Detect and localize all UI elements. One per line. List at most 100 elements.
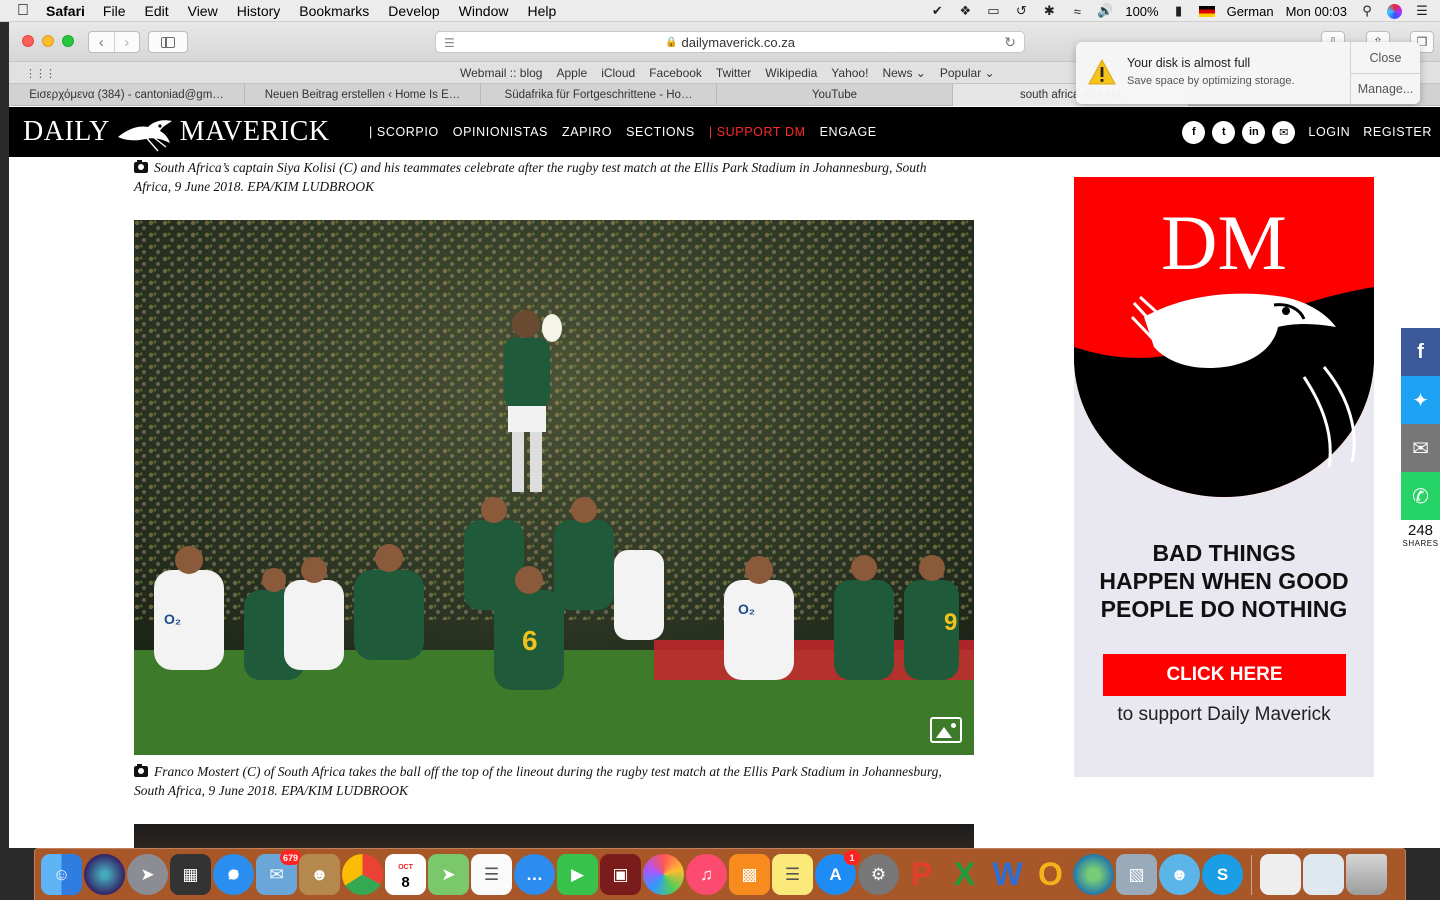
notification-close-button[interactable]: Close — [1351, 42, 1420, 73]
german-flag-icon[interactable] — [1198, 5, 1215, 17]
notification-center-icon[interactable]: ☰ — [1414, 3, 1430, 19]
register-link[interactable]: REGISTER — [1363, 125, 1432, 139]
share-whatsapp-icon[interactable]: ✆ — [1401, 472, 1440, 520]
favorite-facebook[interactable]: Facebook — [649, 66, 702, 80]
share-twitter-icon[interactable]: ✦ — [1401, 376, 1440, 424]
favorite-news-folder[interactable]: News ⌄ — [882, 66, 925, 80]
siri-icon[interactable] — [84, 854, 125, 895]
volume-icon[interactable]: 🔊 — [1097, 3, 1113, 19]
contacts-icon[interactable]: ☻ — [299, 854, 340, 895]
tab-new-post[interactable]: Neuen Beitrag erstellen ‹ Home Is E… — [245, 84, 481, 106]
calendar-icon[interactable]: OCT 8 — [385, 854, 426, 895]
remote-desktop-icon[interactable]: ▧ — [1116, 854, 1157, 895]
article-photo-lineout[interactable]: 6 9 O₂ O₂ — [134, 220, 974, 755]
menu-view[interactable]: View — [188, 3, 218, 19]
address-bar[interactable]: ☰ 🔒 dailymaverick.co.za ↻ — [435, 31, 1025, 53]
reader-view-icon[interactable]: ☰ — [444, 36, 455, 50]
tab-suedafrika[interactable]: Südafrika für Fortgeschrittene - Ho… — [481, 84, 717, 106]
favorite-icloud[interactable]: iCloud — [601, 66, 635, 80]
share-facebook-icon[interactable]: f — [1401, 328, 1440, 376]
outlook-icon[interactable]: O — [1030, 854, 1071, 895]
dropbox-icon[interactable]: ❖ — [957, 3, 973, 19]
document-stack-icon[interactable] — [1260, 854, 1301, 895]
login-link[interactable]: LOGIN — [1308, 125, 1350, 139]
nav-scorpio[interactable]: | SCORPIO — [369, 125, 439, 139]
fullscreen-window-button[interactable] — [62, 35, 74, 47]
siri-icon[interactable] — [1387, 3, 1402, 19]
favorite-apple[interactable]: Apple — [556, 66, 587, 80]
favorite-popular-folder[interactable]: Popular ⌄ — [940, 66, 995, 80]
close-window-button[interactable] — [22, 35, 34, 47]
spotlight-search-icon[interactable]: ⚲ — [1359, 3, 1375, 19]
email-icon[interactable]: ✉ — [1272, 120, 1296, 144]
dashboard-icon[interactable]: ▦ — [170, 854, 211, 895]
app-store-icon[interactable]: A1 — [815, 850, 860, 895]
photo-booth-icon[interactable]: ▣ — [600, 854, 641, 895]
menu-develop[interactable]: Develop — [388, 3, 439, 19]
back-button[interactable]: ‹ — [89, 32, 114, 52]
click-here-button[interactable]: CLICK HERE — [1103, 654, 1346, 696]
menu-edit[interactable]: Edit — [144, 3, 168, 19]
chrome-icon[interactable] — [342, 854, 383, 895]
apple-menu-icon[interactable]:  — [0, 2, 46, 20]
photos-icon[interactable] — [643, 854, 684, 895]
trash-icon[interactable] — [1346, 854, 1387, 895]
clock[interactable]: Mon 00:03 — [1286, 4, 1347, 19]
reload-icon[interactable]: ↻ — [1004, 34, 1016, 51]
twitter-icon[interactable]: t — [1212, 120, 1236, 144]
favorite-twitter[interactable]: Twitter — [716, 66, 751, 80]
gallery-icon[interactable] — [930, 717, 962, 743]
notes-icon[interactable]: ☰ — [772, 854, 813, 895]
share-email-icon[interactable]: ✉ — [1401, 424, 1440, 472]
nav-engage[interactable]: ENGAGE — [820, 125, 877, 139]
excel-icon[interactable]: X — [944, 854, 985, 895]
itunes-icon[interactable]: ♫ — [686, 854, 727, 895]
menu-file[interactable]: File — [103, 3, 126, 19]
facetime-icon[interactable]: ▶ — [557, 854, 598, 895]
input-source[interactable]: German — [1227, 4, 1274, 19]
site-logo[interactable]: DAILY MAVERICK — [23, 107, 330, 157]
messages-icon[interactable]: … — [514, 854, 555, 895]
support-dm-ad[interactable]: DM BAD THINGS HAPPEN WHEN GOOD PEOPLE DO… — [1074, 177, 1374, 777]
nav-support-dm[interactable]: | SUPPORT DM — [709, 125, 806, 139]
nav-opinionistas[interactable]: OPINIONISTAS — [453, 125, 548, 139]
reminders-icon[interactable]: ☰ — [471, 854, 512, 895]
app-menu[interactable]: Safari — [46, 3, 85, 19]
launchpad-icon[interactable]: ➤ — [127, 854, 168, 895]
word-icon[interactable]: W — [987, 854, 1028, 895]
menu-help[interactable]: Help — [527, 3, 556, 19]
favorite-webmail[interactable]: Webmail :: blog — [460, 66, 542, 80]
system-preferences-icon[interactable]: ⚙ — [858, 854, 899, 895]
maps-icon[interactable]: ➤ — [428, 854, 469, 895]
forward-button[interactable]: › — [113, 32, 140, 52]
battery-percent[interactable]: 100% — [1125, 4, 1158, 19]
safari-icon[interactable]: ➚ — [213, 854, 254, 895]
tab-inbox[interactable]: Εισερχόμενα (384) - cantoniad@gm… — [9, 84, 245, 106]
checkmark-circle-icon[interactable]: ✔ — [929, 3, 945, 19]
nav-zapiro[interactable]: ZAPIRO — [562, 125, 612, 139]
tab-youtube[interactable]: YouTube — [717, 84, 953, 106]
finder-icon[interactable]: ☺ — [41, 854, 82, 895]
menu-window[interactable]: Window — [459, 3, 509, 19]
top-sites-icon[interactable]: ⋮⋮⋮ — [25, 67, 56, 80]
time-machine-icon[interactable]: ↺ — [1013, 3, 1029, 19]
facebook-icon[interactable]: f — [1182, 120, 1206, 144]
mail-icon[interactable]: ✉ 679 — [256, 850, 301, 895]
battery-icon[interactable]: ▮ — [1171, 3, 1187, 19]
menu-bookmarks[interactable]: Bookmarks — [299, 3, 369, 19]
powerpoint-icon[interactable]: P — [901, 854, 942, 895]
ibooks-icon[interactable]: ▩ — [729, 854, 770, 895]
downloads-stack-icon[interactable] — [1303, 854, 1344, 895]
favorite-wikipedia[interactable]: Wikipedia — [765, 66, 817, 80]
nav-sections[interactable]: SECTIONS — [626, 125, 695, 139]
sidebar-toggle-button[interactable] — [148, 31, 188, 53]
menu-history[interactable]: History — [237, 3, 281, 19]
users-icon[interactable]: ☻ — [1159, 854, 1200, 895]
minimize-window-button[interactable] — [42, 35, 54, 47]
notification-manage-button[interactable]: Manage... — [1351, 73, 1420, 104]
airplay-icon[interactable]: ▭ — [985, 3, 1001, 19]
favorite-yahoo[interactable]: Yahoo! — [831, 66, 868, 80]
linkedin-icon[interactable]: in — [1242, 120, 1266, 144]
skype-icon[interactable]: S — [1202, 854, 1243, 895]
bluetooth-icon[interactable]: ✱ — [1041, 3, 1057, 19]
